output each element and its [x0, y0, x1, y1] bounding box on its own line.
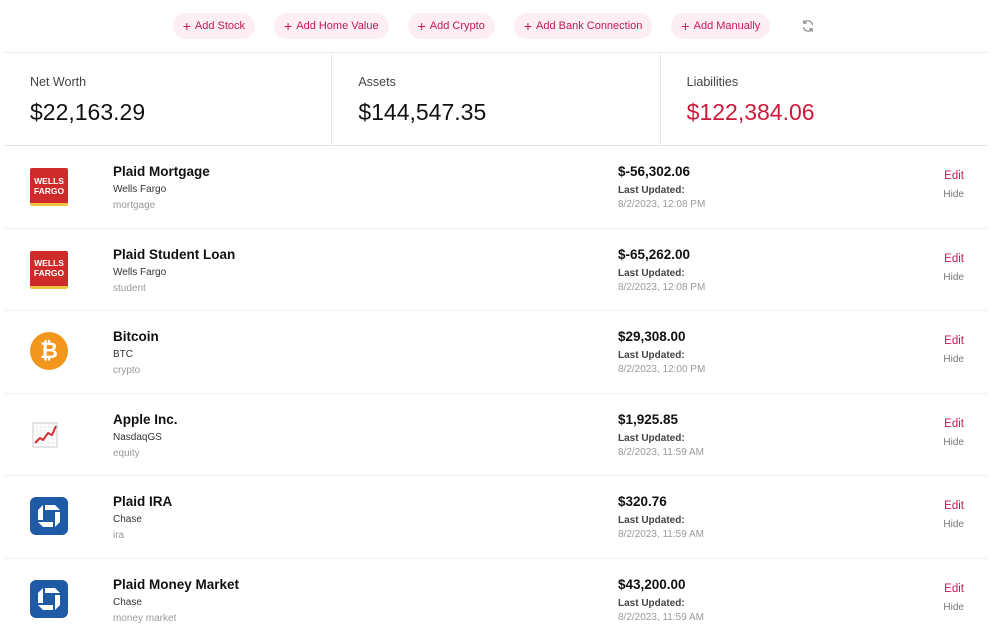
account-name: Apple Inc.	[113, 411, 178, 427]
plus-icon: +	[523, 18, 532, 34]
account-type: money market	[113, 612, 177, 624]
net-worth-value: $22,163.29	[30, 99, 146, 125]
plus-icon: +	[417, 18, 426, 34]
account-name: Plaid Mortgage	[113, 164, 210, 179]
net-worth-cell: Net Worth $22,163.29	[4, 53, 333, 145]
account-type: equity	[113, 447, 140, 459]
last-updated-label: Last Updated:	[618, 597, 685, 609]
liabilities-label: Liabilities	[686, 75, 739, 89]
account-institution: Wells Fargo	[113, 184, 167, 195]
last-updated-date: 8/2/2023, 12:00 PM	[618, 364, 706, 375]
logo-text: FARGO	[33, 185, 65, 196]
add-home-value-button[interactable]: + Add Home Value	[274, 13, 389, 39]
account-institution: Wells Fargo	[113, 266, 167, 278]
account-row: ₿ Bitcoin BTC crypto $29,308.00 Last Upd…	[4, 311, 988, 394]
add-bank-connection-label: Add Bank Connection	[536, 20, 643, 32]
last-updated-label: Last Updated:	[618, 432, 685, 444]
wells-fargo-logo: WELLS FARGO	[30, 250, 70, 290]
add-home-value-label: Add Home Value	[296, 20, 379, 32]
plus-icon: +	[284, 18, 293, 34]
last-updated-date: 8/2/2023, 12:08 PM	[618, 281, 706, 293]
net-worth-page: + Add Stock + Add Home Value + Add Crypt…	[0, 0, 1000, 639]
summary-bar: Net Worth $22,163.29 Assets $144,547.35 …	[4, 53, 988, 146]
last-updated-label: Last Updated:	[618, 267, 685, 279]
account-row: Plaid IRA Chase ira $320.76 Last Updated…	[4, 476, 988, 559]
account-balance: $1,925.85	[618, 411, 679, 427]
account-type: ira	[113, 530, 125, 541]
hide-account-link[interactable]: Hide	[943, 354, 964, 365]
refresh-icon[interactable]	[797, 15, 819, 37]
logo-text: WELLS	[34, 258, 64, 268]
account-balance: $320.76	[618, 494, 667, 509]
add-stock-label: Add Stock	[194, 20, 246, 32]
add-crypto-label: Add Crypto	[429, 20, 485, 32]
account-institution: BTC	[113, 349, 133, 360]
edit-account-link[interactable]: Edit	[943, 500, 964, 512]
account-name: Plaid Money Market	[113, 576, 240, 592]
account-balance: $29,308.00	[618, 329, 686, 344]
edit-account-link[interactable]: Edit	[943, 170, 964, 182]
last-updated-date: 8/2/2023, 11:59 AM	[618, 529, 704, 540]
account-type: mortgage	[113, 200, 156, 211]
hide-account-link[interactable]: Hide	[943, 519, 964, 530]
account-institution: Chase	[113, 596, 142, 608]
logo-text: WELLS	[34, 175, 64, 186]
plus-icon: +	[182, 18, 191, 34]
wells-fargo-logo: WELLS FARGO	[30, 167, 70, 207]
add-bank-connection-button[interactable]: + Add Bank Connection	[513, 13, 653, 39]
account-row: Apple Inc. NasdaqGS equity $1,925.85 Las…	[4, 394, 988, 476]
bitcoin-logo: ₿	[30, 332, 70, 372]
add-manually-button[interactable]: + Add Manually	[671, 13, 771, 39]
last-updated-label: Last Updated:	[618, 515, 685, 526]
chart-increasing-icon	[30, 415, 70, 455]
add-stock-button[interactable]: + Add Stock	[172, 13, 256, 39]
edit-account-link[interactable]: Edit	[943, 418, 964, 430]
account-institution: Chase	[113, 514, 142, 525]
liabilities-cell: Liabilities $122,384.06	[661, 53, 988, 145]
last-updated-date: 8/2/2023, 11:59 AM	[618, 446, 704, 458]
account-name: Plaid Student Loan	[113, 246, 236, 262]
account-institution: NasdaqGS	[113, 431, 162, 443]
hide-account-link[interactable]: Hide	[943, 272, 964, 283]
account-type: student	[113, 282, 146, 294]
edit-account-link[interactable]: Edit	[943, 335, 964, 347]
chase-logo	[30, 579, 70, 620]
edit-account-link[interactable]: Edit	[943, 583, 964, 595]
account-type: crypto	[113, 365, 141, 376]
last-updated-date: 8/2/2023, 12:08 PM	[618, 199, 706, 210]
account-row: WELLS FARGO Plaid Mortgage Wells Fargo m…	[4, 146, 988, 229]
account-list: WELLS FARGO Plaid Mortgage Wells Fargo m…	[4, 146, 988, 639]
assets-value: $144,547.35	[358, 99, 487, 125]
account-balance: $-65,262.00	[618, 246, 691, 262]
assets-label: Assets	[358, 75, 396, 89]
add-manually-label: Add Manually	[693, 20, 761, 32]
last-updated-date: 8/2/2023, 11:59 AM	[618, 611, 704, 623]
hide-account-link[interactable]: Hide	[943, 189, 964, 200]
toolbar: + Add Stock + Add Home Value + Add Crypt…	[4, 0, 988, 53]
account-name: Plaid IRA	[113, 494, 173, 509]
chase-logo	[30, 497, 70, 537]
net-worth-label: Net Worth	[30, 75, 87, 89]
last-updated-label: Last Updated:	[618, 185, 685, 196]
liabilities-value: $122,384.06	[686, 99, 815, 125]
hide-account-link[interactable]: Hide	[943, 602, 964, 613]
add-crypto-button[interactable]: + Add Crypto	[407, 13, 495, 39]
account-name: Bitcoin	[113, 329, 159, 344]
account-row: WELLS FARGO Plaid Student Loan Wells Far…	[4, 229, 988, 311]
account-row: Plaid Money Market Chase money market $4…	[4, 559, 988, 639]
hide-account-link[interactable]: Hide	[943, 437, 964, 448]
logo-text: FARGO	[33, 268, 65, 278]
account-balance: $43,200.00	[618, 576, 686, 592]
edit-account-link[interactable]: Edit	[943, 253, 964, 265]
plus-icon: +	[681, 18, 690, 34]
account-balance: $-56,302.06	[618, 164, 691, 179]
last-updated-label: Last Updated:	[618, 350, 685, 361]
assets-cell: Assets $144,547.35	[332, 53, 661, 145]
bitcoin-icon: ₿	[30, 332, 68, 370]
